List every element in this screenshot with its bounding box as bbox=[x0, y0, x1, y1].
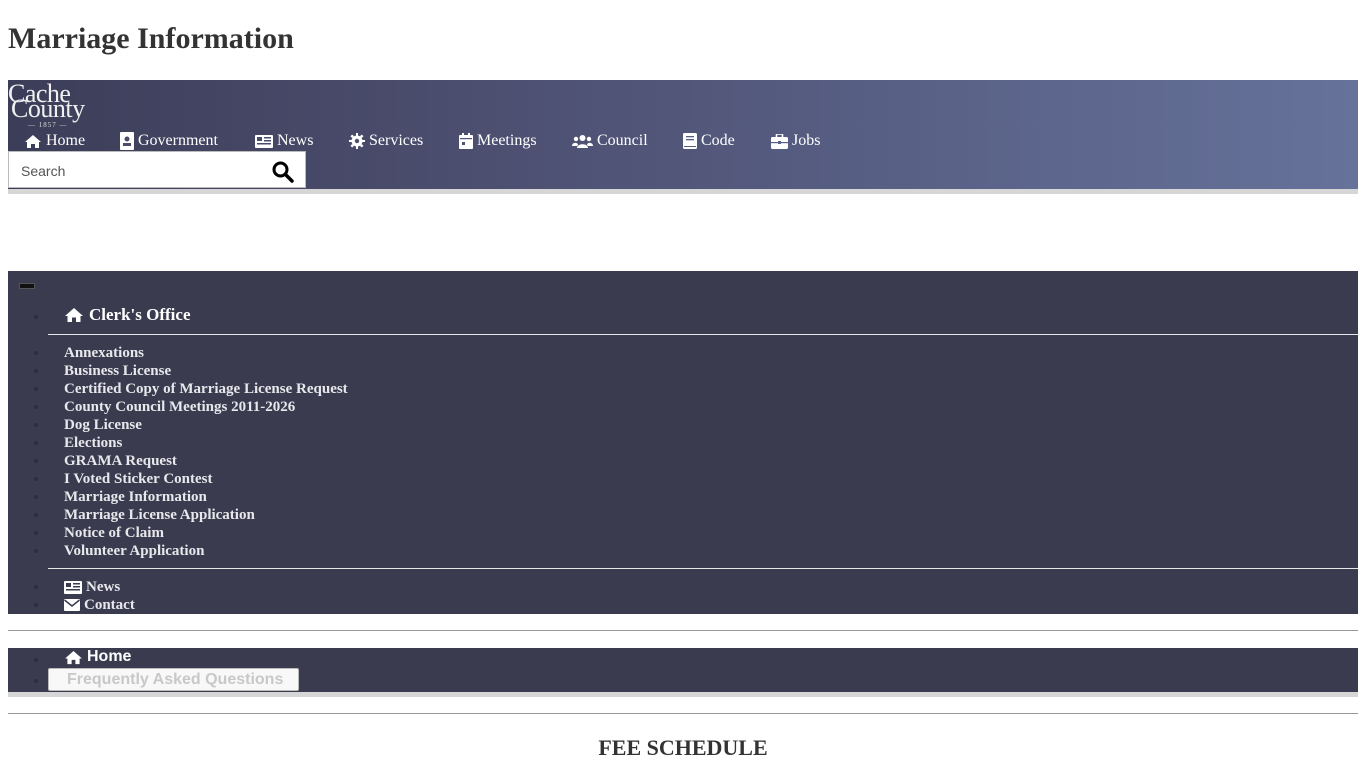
page-title: Marriage Information bbox=[8, 22, 294, 55]
newspaper-icon bbox=[255, 134, 273, 148]
list-bullet bbox=[34, 603, 38, 607]
nav-jobs[interactable]: Jobs bbox=[771, 131, 820, 151]
cache-county-logo[interactable]: Cache County — 1857 — bbox=[8, 81, 108, 130]
search-input[interactable] bbox=[19, 160, 263, 182]
menu-link-grama-request[interactable]: GRAMA Request bbox=[64, 452, 177, 470]
nav-jobs-label: Jobs bbox=[792, 132, 821, 149]
nav-council[interactable]: Council bbox=[572, 131, 648, 151]
menu-link-council-meetings[interactable]: County Council Meetings 2011-2026 bbox=[64, 398, 295, 416]
breadcrumb-home-label: Home bbox=[87, 648, 132, 665]
menu-link-news[interactable]: News bbox=[64, 578, 120, 596]
fee-schedule-heading: FEE SCHEDULE bbox=[598, 735, 768, 760]
nav-council-label: Council bbox=[597, 132, 648, 149]
nav-meetings-label: Meetings bbox=[477, 132, 537, 149]
calendar-icon bbox=[459, 133, 473, 149]
home-icon bbox=[65, 650, 82, 664]
menu-link-dog-license[interactable]: Dog License bbox=[64, 416, 142, 434]
list-bullet bbox=[34, 441, 38, 445]
list-bullet bbox=[34, 369, 38, 373]
users-icon bbox=[572, 135, 593, 148]
list-bullet bbox=[34, 423, 38, 427]
horizontal-rule bbox=[8, 630, 1358, 631]
book-icon bbox=[683, 133, 697, 149]
nav-code[interactable]: Code bbox=[683, 131, 735, 151]
side-menu-panel: Clerk's Office Annexations Business Lice… bbox=[8, 271, 1358, 614]
breadcrumb-bar: Home Frequently Asked Questions bbox=[8, 648, 1358, 692]
list-bullet bbox=[34, 531, 38, 535]
home-icon bbox=[25, 134, 41, 148]
list-bullet bbox=[34, 549, 38, 553]
menu-link-news-label: News bbox=[86, 579, 121, 595]
menu-divider bbox=[48, 568, 1358, 569]
home-icon bbox=[65, 308, 83, 322]
menu-link-voted-sticker[interactable]: I Voted Sticker Contest bbox=[64, 470, 212, 488]
list-bullet bbox=[34, 679, 38, 683]
menu-link-marriage-application[interactable]: Marriage License Application bbox=[64, 506, 255, 524]
nav-meetings[interactable]: Meetings bbox=[459, 131, 537, 151]
menu-link-annexations[interactable]: Annexations bbox=[64, 344, 144, 362]
menu-link-notice-of-claim[interactable]: Notice of Claim bbox=[64, 524, 164, 542]
list-bullet bbox=[34, 405, 38, 409]
list-bullet bbox=[34, 459, 38, 463]
envelope-icon bbox=[64, 599, 80, 611]
nav-services[interactable]: Services bbox=[349, 131, 423, 151]
menu-link-volunteer-application[interactable]: Volunteer Application bbox=[64, 542, 204, 560]
list-bullet bbox=[34, 585, 38, 589]
list-bullet bbox=[34, 351, 38, 355]
breadcrumb-home[interactable]: Home bbox=[64, 648, 131, 666]
list-bullet bbox=[34, 387, 38, 391]
breadcrumb-divider bbox=[8, 692, 1358, 697]
top-navigation-bar: Cache County — 1857 — Home Government Ne… bbox=[8, 80, 1358, 190]
nav-services-label: Services bbox=[369, 132, 424, 149]
menu-link-business-license[interactable]: Business License bbox=[64, 362, 171, 380]
list-bullet bbox=[34, 495, 38, 499]
menu-link-certified-copy[interactable]: Certified Copy of Marriage License Reque… bbox=[64, 380, 348, 398]
search-icon[interactable] bbox=[271, 160, 295, 184]
menu-link-contact-label: Contact bbox=[84, 597, 135, 613]
nav-news[interactable]: News bbox=[255, 131, 313, 151]
horizontal-rule bbox=[8, 713, 1358, 714]
nav-home-label: Home bbox=[46, 132, 86, 149]
nav-home[interactable]: Home bbox=[24, 131, 85, 151]
nav-code-label: Code bbox=[701, 132, 735, 149]
nav-government-label: Government bbox=[138, 132, 218, 149]
menu-link-contact[interactable]: Contact bbox=[64, 596, 135, 614]
list-bullet bbox=[34, 513, 38, 517]
newspaper-icon bbox=[64, 580, 82, 594]
top-nav-divider bbox=[8, 189, 1358, 194]
menu-link-marriage-information[interactable]: Marriage Information bbox=[64, 488, 207, 506]
list-bullet bbox=[34, 315, 38, 319]
clerks-office-heading[interactable]: Clerk's Office bbox=[64, 305, 191, 325]
id-card-icon bbox=[120, 132, 134, 150]
faq-button[interactable]: Frequently Asked Questions bbox=[48, 668, 299, 691]
nav-news-label: News bbox=[277, 132, 314, 149]
clerks-office-label: Clerk's Office bbox=[89, 305, 191, 324]
menu-link-elections[interactable]: Elections bbox=[64, 434, 122, 452]
list-bullet bbox=[34, 477, 38, 481]
list-bullet bbox=[34, 658, 38, 662]
menu-toggle-button[interactable] bbox=[19, 283, 35, 289]
search-box bbox=[8, 151, 306, 188]
nav-government[interactable]: Government bbox=[120, 131, 218, 151]
gear-icon bbox=[349, 133, 365, 149]
menu-divider bbox=[48, 334, 1358, 335]
briefcase-icon bbox=[771, 133, 788, 149]
